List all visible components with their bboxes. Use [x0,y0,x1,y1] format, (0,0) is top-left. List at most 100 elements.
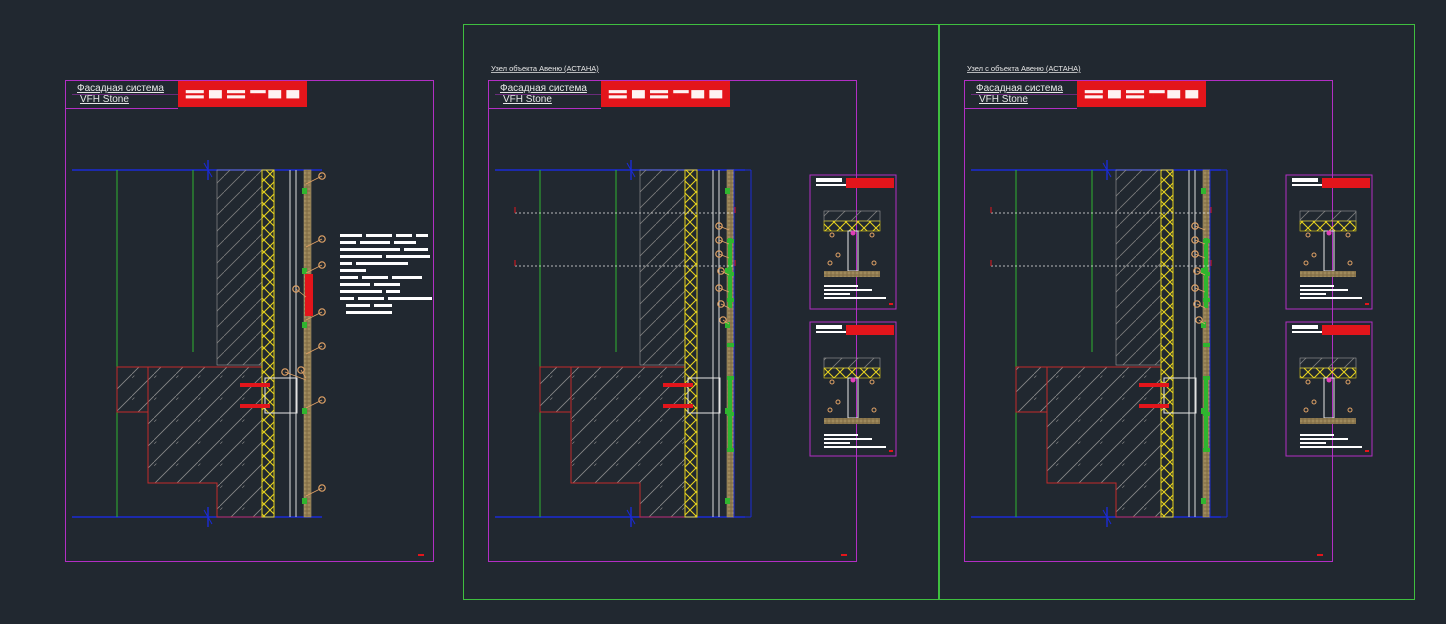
thumbnail-callout [1345,379,1351,385]
hilti-logo-letter [1084,95,1103,99]
insulation-layer [261,169,275,518]
cladding-clip [725,498,730,504]
thumbnail-stamp [889,450,893,452]
legend-note-line [392,276,422,279]
thumbnail-insulation [823,367,881,379]
thumbnail-title [816,178,842,182]
thumbnail-note-line [824,293,850,295]
thumbnail-title [816,331,846,333]
thumbnail-callout [1347,407,1353,413]
hilti-logo-text: HILTI [229,89,256,101]
wall-block-upper [216,169,263,366]
thumbnail-callout [871,407,877,413]
thumbnail-note-line [824,285,858,287]
thumbnail-wall [823,357,881,369]
green-rail [1204,380,1208,450]
thumbnail-title [816,325,842,329]
thumbnail-title [1292,178,1318,182]
thumbnail-wall [1299,357,1357,369]
thumbnail-insulation [1299,367,1357,379]
hilti-logo-letter [709,90,723,99]
thumbnail-frame [809,174,897,310]
thumbnail-note-line [1300,438,1348,440]
sheet-title-line1: Фасадная система [77,83,164,94]
hilti-logo-letter [1107,90,1121,99]
hilti-logo-letter [208,90,222,99]
cladding-clip [302,322,307,328]
thumbnail-note-line [1300,297,1362,299]
hilti-logo-letter [1167,90,1181,99]
thumbnail-callout [1345,232,1351,238]
thumbnail-note-line [1300,293,1326,295]
thumbnail-callout [827,407,833,413]
thumbnail-stamp [1365,450,1369,452]
cladding-clip [1203,376,1210,380]
hilti-logo-letter [631,90,645,99]
hilti-logo-letter [691,90,705,99]
thumbnail-callout [1305,379,1311,385]
sheet-caption: Узел объекта Авеню (АСТАНА) [491,64,599,73]
legend-note-line [360,241,390,244]
thumbnail-wall [1299,210,1357,222]
green-rail [1204,238,1208,308]
cladding-clip [727,376,734,380]
thumbnail-note-line [824,297,886,299]
anchor-bolt [240,404,270,408]
slab-edge [1015,366,1048,413]
cad-drawing-canvas[interactable]: Фасадная системаVFH StoneHILTIУзел объек… [0,0,1446,624]
hilti-logo-letter [608,90,627,94]
thumbnail-callout [871,260,877,266]
thumbnail-note-line [824,289,872,291]
insulation-layer [1160,169,1174,518]
thumbnail-note-line [1300,446,1362,448]
legend-note-line [346,304,370,307]
cladding-clip [1201,498,1206,504]
thumbnail-title [816,184,846,186]
legend-note-line [340,276,358,279]
hilti-logo: HILTI [178,81,307,107]
anchor-bolt [240,383,270,387]
detail-thumbnail[interactable] [809,174,897,310]
sheet-title-line2: VFH Stone [503,94,552,105]
thumbnail-callout [835,399,841,405]
hilti-logo-letter [1185,90,1199,99]
thumbnail-note-line [1300,285,1334,287]
viewport-frame-3[interactable] [939,24,1415,600]
detail-thumbnail[interactable] [809,321,897,457]
sheet-3[interactable]: Узел с объекта Авеню (АСТАНА) Фасадная си… [964,64,1373,562]
thumbnail-logo [1322,178,1370,188]
thumbnail-insulation [823,220,881,232]
legend-note-line [394,241,416,244]
anchor-bolt [1139,404,1169,408]
thumbnail-marker [1326,230,1332,236]
sheet-title-line2: VFH Stone [979,94,1028,105]
thumbnail-marker [1326,377,1332,383]
legend-note-line [340,255,382,258]
legend-note-line [386,290,400,293]
hilti-logo-letter [185,90,204,94]
sheet-1[interactable]: Фасадная системаVFH Stone HILTI [65,80,434,562]
legend-note-line [340,283,370,286]
legend-note-line [346,311,392,314]
thumbnail-stamp [889,303,893,305]
thumbnail-note-line [1300,289,1348,291]
thumbnail-note-line [1300,434,1334,436]
legend-note-line [396,234,412,237]
thumbnail-stamp [1365,303,1369,305]
detail-thumbnail[interactable] [1285,321,1373,457]
thumbnail-cladding [1300,271,1356,277]
viewport-frame-2[interactable] [463,24,939,600]
cladding-clip [302,498,307,504]
thumbnail-callout [1305,232,1311,238]
legend-note-line [340,269,366,272]
hilti-logo: HILTI [1077,81,1206,107]
thumbnail-cladding [824,418,880,424]
anchor-bolt [663,383,693,387]
thumbnail-note-line [824,446,886,448]
legend-notes [340,234,432,314]
stone-cladding [303,169,312,518]
hilti-logo-letter [185,95,204,99]
sheet-2[interactable]: Узел объекта Авеню (АСТАНА) Фасадная сист… [488,64,897,562]
cladding-clip [727,343,734,347]
detail-thumbnail[interactable] [1285,174,1373,310]
